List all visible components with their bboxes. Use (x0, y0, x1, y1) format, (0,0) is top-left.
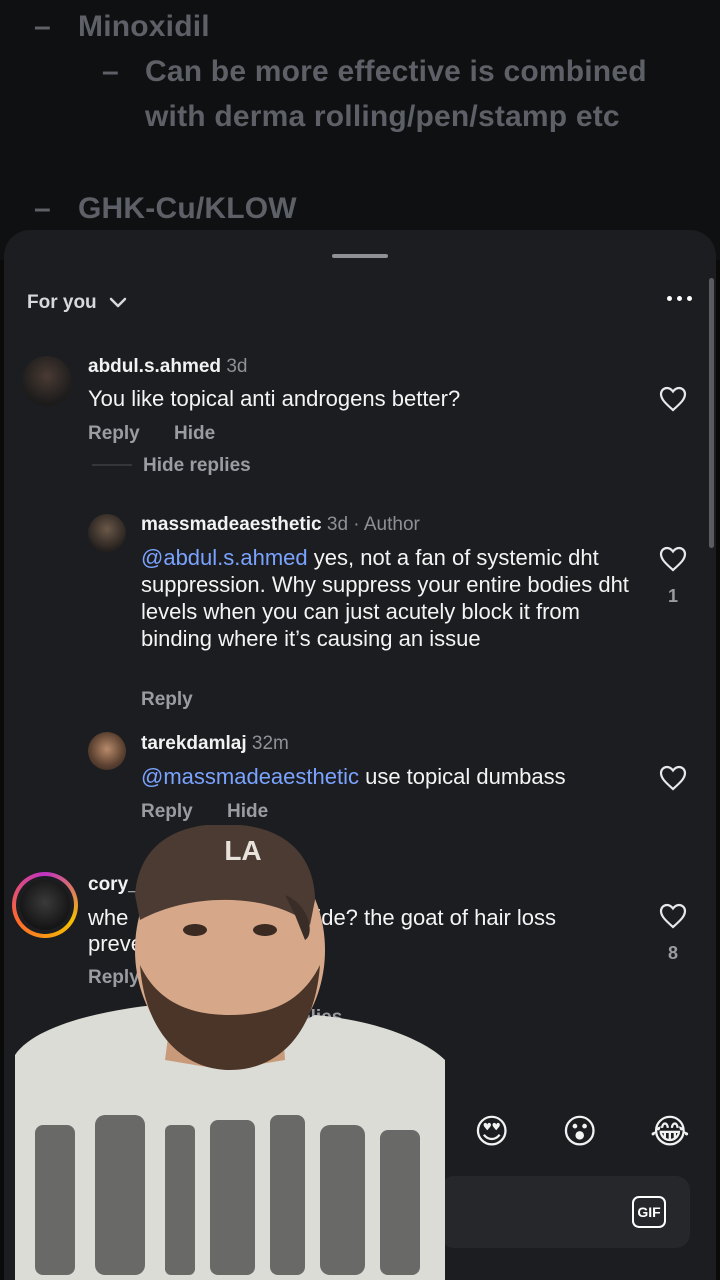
hide-replies-button[interactable]: Hide replies (143, 455, 251, 477)
avatar[interactable] (22, 356, 72, 406)
svg-text:LA: LA (224, 835, 261, 866)
comment-body: use topical dumbass (358, 764, 566, 789)
background-note: – Minoxidil – Can be more effective is c… (0, 0, 720, 260)
comment-username[interactable]: tarekdamlaj 32m (141, 733, 289, 755)
note-line: Can be more effective is combined (145, 55, 647, 88)
note-line: GHK-Cu/KLOW (78, 192, 297, 225)
username[interactable]: massmadeaesthetic (141, 514, 322, 535)
like-count: 1 (667, 586, 678, 606)
comment-text: You like topical anti androgens better? (88, 386, 461, 411)
creator-overlay-image: LA (15, 825, 445, 1280)
hide-button[interactable]: Hide (174, 423, 215, 445)
bullet-dash: – (34, 192, 51, 225)
more-options-icon[interactable] (667, 296, 692, 301)
timestamp: 3d · Author (326, 514, 420, 535)
drag-handle[interactable] (332, 254, 388, 258)
mention-link[interactable]: @abdul.s.ahmed (141, 545, 308, 570)
reaction-surprised[interactable]: 😮 (562, 1112, 597, 1152)
avatar[interactable] (88, 732, 126, 770)
gif-button[interactable]: GIF (632, 1196, 666, 1228)
timestamp: 32m (251, 733, 289, 754)
reaction-heart-eyes[interactable]: 😍 (474, 1112, 509, 1152)
sort-label: For you (27, 292, 97, 313)
timestamp: 3d (226, 356, 248, 377)
like-heart-icon[interactable] (659, 546, 687, 572)
like-heart-icon[interactable] (659, 765, 687, 791)
comment-username[interactable]: abdul.s.ahmed 3d (88, 356, 247, 378)
chevron-down-icon (109, 297, 126, 308)
note-line: with derma rolling/pen/stamp etc (145, 100, 620, 133)
comment-username[interactable]: massmadeaesthetic 3d · Author (141, 514, 420, 536)
like-heart-icon[interactable] (659, 903, 687, 929)
avatar[interactable] (88, 514, 126, 552)
reply-button[interactable]: Reply (88, 423, 140, 445)
mention-link[interactable]: @massmadeaesthetic (141, 764, 359, 789)
reply-button[interactable]: Reply (141, 801, 193, 823)
bullet-dash: – (34, 10, 51, 43)
reply-button[interactable]: Reply (141, 689, 193, 711)
bullet-dash: – (102, 55, 119, 88)
comment-text: @massmadeaesthetic use topical dumbass (141, 763, 661, 790)
note-line: Minoxidil (78, 10, 210, 43)
like-heart-icon[interactable] (659, 386, 687, 412)
reaction-laughing[interactable]: 😂 (650, 1112, 690, 1152)
scrollbar[interactable] (709, 278, 714, 548)
sort-dropdown[interactable]: For you (27, 292, 127, 314)
like-count: 8 (667, 943, 678, 963)
comment-text: @abdul.s.ahmed yes, not a fan of systemi… (141, 544, 641, 652)
hide-button[interactable]: Hide (227, 801, 268, 823)
username[interactable]: abdul.s.ahmed (88, 356, 221, 377)
thread-line (92, 464, 132, 466)
username[interactable]: tarekdamlaj (141, 733, 247, 754)
